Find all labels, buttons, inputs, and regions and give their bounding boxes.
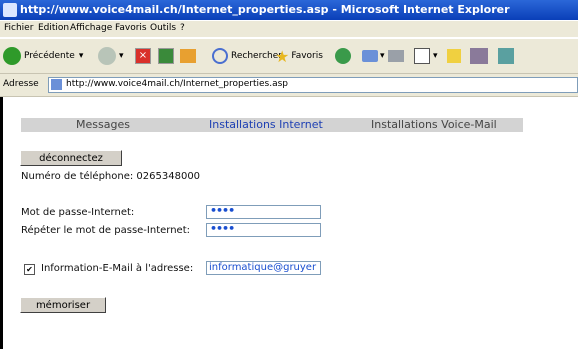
print-button[interactable]: [388, 47, 404, 65]
toolbar: Précédente ▾ ▾ × Rechercher ★ Favoris ▾ …: [0, 38, 578, 74]
back-label: Précédente: [24, 51, 75, 61]
menu-edition[interactable]: Edition: [38, 23, 69, 33]
menu-outils[interactable]: Outils: [150, 23, 176, 33]
messenger-icon: [470, 48, 488, 64]
repeat-password-input[interactable]: ••••: [206, 222, 321, 237]
stop-icon: ×: [135, 48, 151, 64]
email-checkbox-label: Information-E-Mail à l'adresse:: [41, 263, 194, 274]
chevron-down-icon: ▾: [380, 51, 385, 61]
home-icon: [180, 49, 196, 63]
address-url: http://www.voice4mail.ch/Internet_proper…: [66, 79, 289, 89]
email-input[interactable]: informatique@gruyer: [206, 261, 321, 275]
stop-button[interactable]: ×: [135, 47, 151, 65]
nav-messages[interactable]: Messages: [76, 118, 130, 131]
address-bar: Adresse http://www.voice4mail.ch/Interne…: [0, 74, 578, 97]
password-input[interactable]: ••••: [206, 204, 321, 219]
favorites-label: Favoris: [291, 51, 323, 61]
repeat-password-label: Répéter le mot de passe-Internet:: [21, 225, 190, 236]
nav-bar: Messages Installations Internet Installa…: [21, 118, 523, 132]
disconnect-button[interactable]: déconnectez: [20, 150, 122, 166]
page-icon: [51, 79, 62, 90]
forward-button[interactable]: ▾: [98, 47, 124, 65]
mail-button[interactable]: ▾: [362, 47, 385, 65]
search-icon: [212, 48, 228, 64]
menu-fichier[interactable]: Fichier: [4, 23, 33, 33]
mail-icon: [362, 50, 378, 62]
notes-icon: [447, 49, 461, 63]
page-content: Messages Installations Internet Installa…: [0, 97, 578, 349]
nav-internet-settings[interactable]: Installations Internet: [209, 118, 323, 131]
print-icon: [388, 50, 404, 62]
home-button[interactable]: [180, 47, 196, 65]
save-button[interactable]: mémoriser: [20, 297, 106, 313]
edit-icon: [414, 48, 430, 64]
chevron-down-icon: ▾: [78, 51, 84, 61]
notes-button[interactable]: [447, 47, 461, 65]
chevron-down-icon: ▾: [119, 51, 124, 61]
history-button[interactable]: [335, 47, 351, 65]
menu-affichage[interactable]: Affichage: [70, 23, 112, 33]
edit-button[interactable]: ▾: [414, 47, 438, 65]
back-arrow-icon: [3, 47, 21, 65]
nav-voicemail-settings[interactable]: Installations Voice-Mail: [371, 118, 497, 131]
browser-window: http://www.voice4mail.ch/Internet_proper…: [0, 0, 578, 349]
window-title: http://www.voice4mail.ch/Internet_proper…: [20, 3, 510, 16]
address-input[interactable]: http://www.voice4mail.ch/Internet_proper…: [48, 77, 578, 93]
refresh-icon: [158, 48, 174, 64]
menu-bar: Fichier Edition Affichage Favoris Outils…: [0, 21, 578, 37]
email-checkbox[interactable]: ✔: [24, 264, 35, 275]
menu-favoris[interactable]: Favoris: [115, 23, 147, 33]
search-button[interactable]: Rechercher: [212, 47, 282, 65]
favorites-button[interactable]: ★ Favoris: [275, 46, 323, 66]
star-icon: ★: [275, 46, 290, 66]
repeat-password-value: ••••: [210, 222, 235, 235]
chevron-down-icon: ▾: [433, 51, 438, 61]
back-button[interactable]: Précédente ▾: [3, 47, 83, 65]
research-icon: [498, 48, 514, 64]
messenger-button[interactable]: [470, 47, 488, 65]
menu-help[interactable]: ?: [180, 23, 185, 33]
password-value: ••••: [210, 204, 235, 217]
research-button[interactable]: [498, 47, 514, 65]
email-value: informatique@gruyer: [209, 262, 317, 273]
ie-icon: [3, 3, 17, 17]
password-label: Mot de passe-Internet:: [21, 207, 135, 218]
refresh-button[interactable]: [158, 47, 174, 65]
forward-arrow-icon: [98, 47, 116, 65]
history-icon: [335, 48, 351, 64]
address-label: Adresse: [3, 79, 39, 89]
phone-number: Numéro de téléphone: 0265348000: [21, 171, 201, 182]
title-bar: http://www.voice4mail.ch/Internet_proper…: [0, 0, 578, 20]
